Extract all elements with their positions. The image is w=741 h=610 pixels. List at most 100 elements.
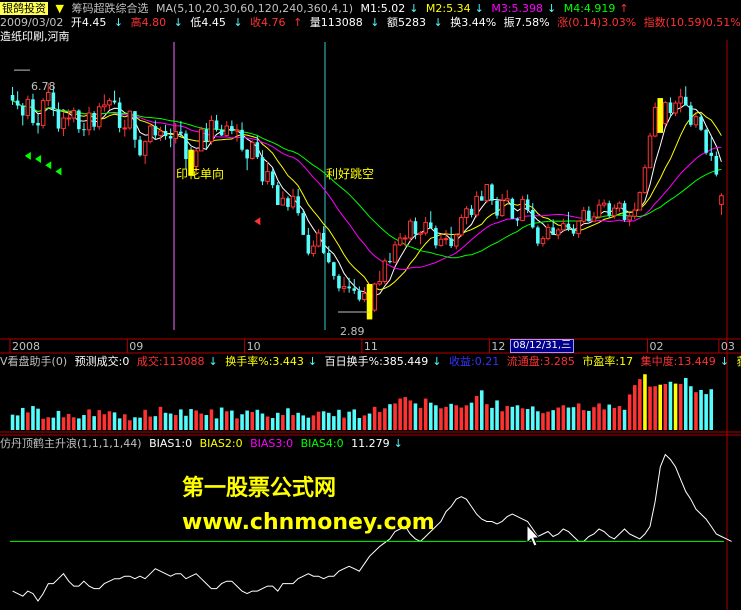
volume-bar — [92, 416, 96, 430]
volume-bar — [291, 415, 295, 430]
volume-bar — [632, 385, 637, 430]
volume-bar — [26, 412, 30, 430]
candle-body — [434, 228, 438, 246]
volume-title[interactable]: V看盘助手(0) — [0, 355, 67, 368]
candle-body — [683, 96, 688, 106]
volume-bar — [296, 412, 300, 430]
float-shares: 流通盘:3.285 — [506, 355, 575, 368]
candle-body — [107, 100, 112, 106]
candle-body — [332, 262, 336, 276]
volume-bar — [184, 415, 188, 430]
volume-bar — [326, 412, 331, 430]
volume-bar — [347, 411, 351, 430]
volume-bar — [454, 405, 459, 430]
volume-bar — [20, 407, 25, 430]
volume-bar — [597, 403, 601, 430]
volume-bar — [479, 390, 484, 430]
candle-body — [673, 102, 678, 114]
bias1: BIAS1:0 — [149, 437, 193, 450]
volume-bar — [286, 408, 290, 430]
candle-body — [102, 104, 107, 108]
volume-bar — [490, 407, 494, 430]
volume-bar — [607, 404, 612, 430]
volume-bar — [581, 410, 586, 430]
candle-body — [423, 221, 428, 234]
volume-bar — [658, 384, 663, 430]
volume-bar — [337, 409, 341, 430]
volume-bar — [474, 395, 479, 430]
cursor-date-box: 08/12/31,三 — [510, 339, 575, 353]
volume-bar — [321, 411, 326, 430]
candle-body — [689, 105, 693, 125]
concentration: 集中度:13.449 — [640, 355, 716, 368]
volume-bar — [383, 408, 387, 430]
forecast-volume: 预测成交:0 — [74, 355, 130, 368]
candle-body — [112, 100, 117, 103]
volume-bar — [541, 413, 545, 430]
candle-body — [459, 216, 464, 236]
candle-body — [591, 216, 597, 222]
volume-bar — [112, 412, 117, 430]
volume-bar — [485, 404, 489, 430]
candle-body — [490, 184, 494, 201]
volume-bar — [214, 418, 219, 430]
bias-value: 11.279 — [351, 437, 390, 450]
volume-bar — [627, 394, 632, 430]
candle-body — [296, 196, 300, 214]
candle-body — [377, 281, 383, 285]
candle-body — [678, 96, 683, 104]
candle-body — [464, 208, 469, 218]
volume-bar — [173, 415, 178, 430]
volume-bar — [372, 406, 377, 430]
volume-bar — [56, 410, 61, 430]
candle-body — [40, 100, 46, 126]
candle-body — [184, 133, 188, 160]
candle-body — [249, 141, 255, 159]
candle-body — [627, 215, 632, 221]
volume-bar — [311, 415, 316, 430]
volume-bar — [357, 418, 362, 430]
volume-bar — [265, 416, 270, 430]
candle-body — [495, 200, 499, 216]
volume-bar — [204, 415, 209, 430]
volume-bar — [694, 392, 698, 430]
candle-body — [668, 102, 673, 114]
deal-volume: 成交:113088 — [136, 355, 205, 368]
candle-body — [632, 209, 638, 217]
volume-bar — [643, 374, 647, 430]
candle-body — [601, 202, 607, 206]
volume-bar — [663, 383, 668, 430]
x-tick-label: 02 — [650, 340, 664, 353]
volume-bar — [678, 383, 683, 430]
candle-body — [230, 126, 234, 132]
candle-body — [479, 196, 484, 201]
volume-bar — [46, 417, 51, 430]
volume-bar — [153, 416, 158, 430]
volume-bar — [15, 415, 20, 430]
candle-body — [499, 200, 505, 217]
pe-ratio: 市盈率:17 — [582, 355, 634, 368]
candle-body — [576, 220, 581, 235]
volume-bar — [36, 408, 40, 430]
candle-body — [607, 203, 612, 216]
volume-bar — [82, 415, 86, 430]
volume-bar — [449, 403, 453, 430]
candle-body — [77, 110, 81, 130]
volume-bar — [342, 417, 346, 430]
candle-body — [138, 139, 142, 156]
volume-bar — [408, 400, 413, 430]
volume-bar — [709, 389, 714, 430]
candle-body — [86, 112, 92, 131]
candle-body — [117, 102, 122, 128]
volume-header-tail: 获 — [737, 355, 741, 368]
signal-candle — [366, 283, 373, 320]
candle-body — [652, 106, 658, 137]
volume-bar — [255, 409, 260, 430]
bias-title[interactable]: 仿丹顶鹤主升浪(1,1,1,1,44) — [0, 437, 142, 450]
volume-bar — [179, 409, 183, 430]
candle-body — [540, 238, 546, 245]
volume-bar — [520, 408, 525, 430]
candle-body — [428, 222, 433, 229]
volume-bar — [551, 410, 555, 430]
volume-bar — [61, 417, 66, 430]
